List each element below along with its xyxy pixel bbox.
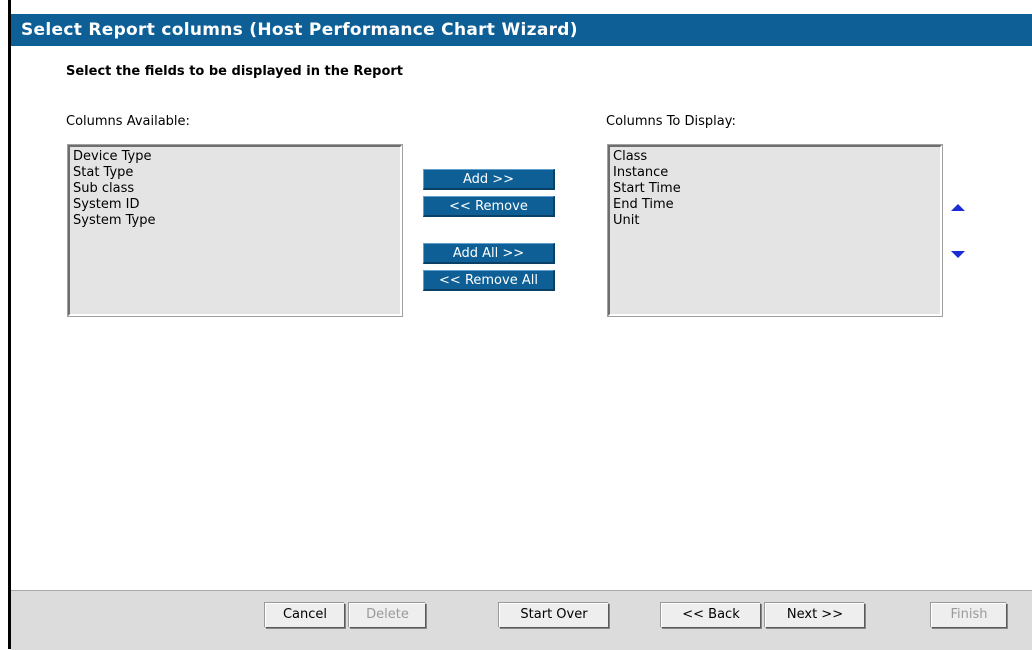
wizard-footer: Cancel Delete Start Over << Back Next >>… (11, 590, 1032, 650)
window-title: Select Report columns (Host Performance … (11, 14, 1032, 46)
list-item[interactable]: Unit (613, 213, 937, 229)
columns-available-list[interactable]: Device Type Stat Type Sub class System I… (68, 145, 402, 316)
next-button[interactable]: Next >> (765, 603, 865, 628)
add-button[interactable]: Add >> (423, 169, 555, 190)
list-item[interactable]: System Type (73, 213, 397, 229)
move-down-icon[interactable] (951, 251, 965, 258)
columns-to-display-list[interactable]: Class Instance Start Time End Time Unit (608, 145, 942, 316)
start-over-button[interactable]: Start Over (499, 603, 609, 628)
remove-button[interactable]: << Remove (423, 196, 555, 217)
page-subtitle: Select the fields to be displayed in the… (66, 64, 404, 79)
list-item[interactable]: End Time (613, 197, 937, 213)
delete-button[interactable]: Delete (349, 603, 426, 628)
list-item[interactable]: System ID (73, 197, 397, 213)
cancel-button[interactable]: Cancel (265, 603, 345, 628)
columns-to-display-label: Columns To Display: (606, 114, 736, 129)
back-button[interactable]: << Back (661, 603, 761, 628)
list-item[interactable]: Instance (613, 165, 937, 181)
list-item[interactable]: Class (613, 149, 937, 165)
finish-button[interactable]: Finish (931, 603, 1007, 628)
list-item[interactable]: Start Time (613, 181, 937, 197)
list-item[interactable]: Device Type (73, 149, 397, 165)
add-all-button[interactable]: Add All >> (423, 243, 555, 264)
list-item[interactable]: Stat Type (73, 165, 397, 181)
wizard-window: Select Report columns (Host Performance … (8, 0, 1032, 650)
move-up-icon[interactable] (951, 204, 965, 211)
list-item[interactable]: Sub class (73, 181, 397, 197)
remove-all-button[interactable]: << Remove All (423, 270, 555, 291)
columns-available-label: Columns Available: (66, 114, 190, 129)
